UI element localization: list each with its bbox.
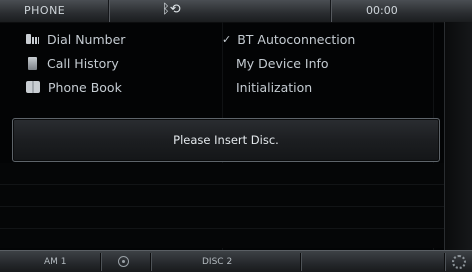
bluetooth-connected-icon: ᛒ⟲: [162, 2, 181, 17]
disc-icon: [118, 256, 129, 267]
disc-source-label[interactable]: DISC 2: [202, 257, 232, 267]
status-divider: [108, 0, 109, 22]
radio-source-label[interactable]: AM 1: [44, 257, 67, 267]
screen-title: PHONE: [24, 4, 66, 17]
status-divider: [330, 0, 331, 22]
menu-item-initialization[interactable]: Initialization: [236, 76, 312, 98]
phone-menu: Dial Number Call History Phone Book ✓ BT…: [0, 22, 444, 118]
bottom-divider: [150, 253, 151, 271]
dialog-message: Please Insert Disc.: [173, 133, 279, 147]
clock: 00:00: [366, 4, 398, 17]
scroll-rail[interactable]: [444, 22, 472, 250]
menu-item-call-history[interactable]: Call History: [26, 52, 119, 74]
bottom-divider: [444, 253, 445, 271]
bottom-divider: [300, 253, 301, 271]
keypad-icon: [26, 33, 39, 45]
menu-item-label: My Device Info: [236, 55, 329, 71]
settings-gear-icon[interactable]: [452, 255, 466, 269]
menu-item-my-device-info[interactable]: My Device Info: [236, 52, 329, 74]
checkbox-checked-icon[interactable]: ✓: [222, 33, 231, 46]
menu-item-phone-book[interactable]: Phone Book: [26, 76, 122, 98]
menu-item-label: BT Autoconnection: [237, 31, 356, 47]
bottom-divider: [100, 253, 101, 271]
call-history-icon: [28, 56, 37, 70]
bottom-source-bar: AM 1 DISC 2: [0, 250, 472, 272]
phone-book-icon: [26, 81, 40, 93]
insert-disc-dialog[interactable]: Please Insert Disc.: [12, 118, 440, 162]
status-bar: PHONE ᛒ⟲ 00:00: [0, 0, 472, 23]
menu-item-dial-number[interactable]: Dial Number: [26, 28, 125, 50]
menu-item-label: Call History: [47, 55, 119, 71]
head-unit-screen: PHONE ᛒ⟲ 00:00 Dial Number Call History …: [0, 0, 472, 272]
menu-item-label: Initialization: [236, 79, 313, 95]
menu-item-label: Phone Book: [48, 79, 122, 95]
menu-item-bt-autoconnection[interactable]: ✓ BT Autoconnection: [222, 28, 355, 50]
empty-list-area: [0, 163, 444, 248]
menu-item-label: Dial Number: [47, 31, 126, 47]
